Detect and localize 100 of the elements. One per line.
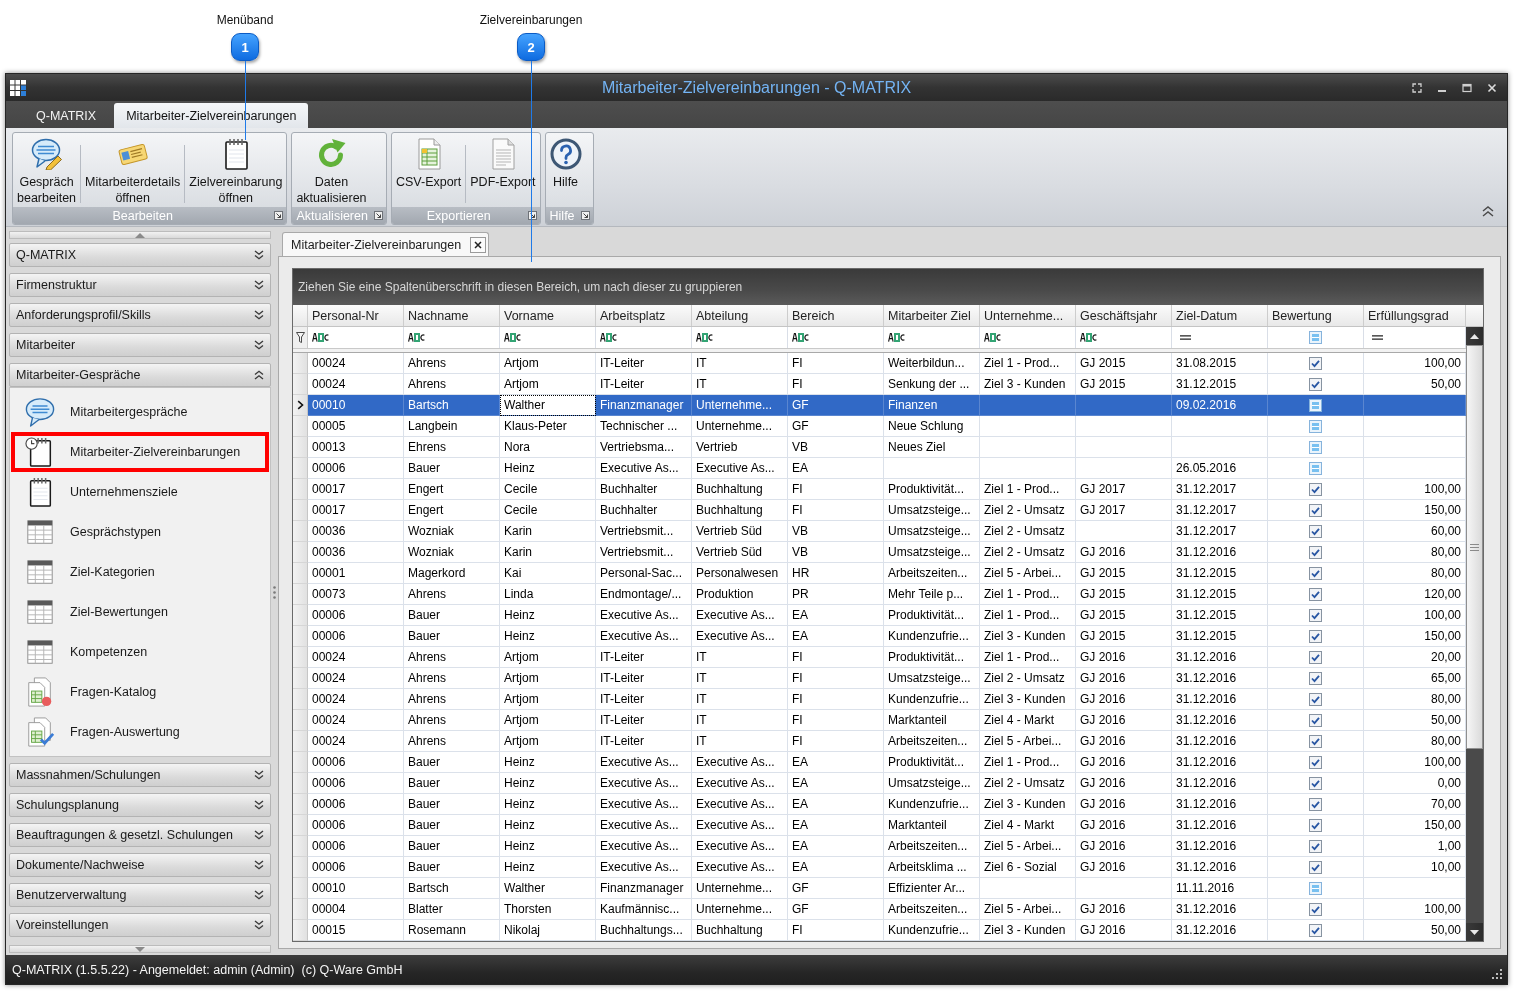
checkbox-checked[interactable] [1309, 545, 1322, 559]
checkbox-checked[interactable] [1309, 566, 1322, 580]
table-row[interactable]: 00006 Bauer Heinz Executive As... Executive As... EA Umsatzsteige... Ziel 2 - Umsatz GJ 2016 31.12.2016 0,00 [293, 773, 1466, 794]
accordion-header[interactable]: Massnahmen/Schulungen [9, 763, 271, 787]
scroll-down-button[interactable] [1466, 923, 1483, 941]
checkbox-checked[interactable] [1309, 356, 1322, 370]
table-row[interactable]: 00024 Ahrens Artjom IT-Leiter IT FI Weiterbildun... Ziel 1 - Prod... GJ 2015 31.08.2015 100,00 [293, 353, 1466, 374]
accordion-header[interactable]: Firmenstruktur [9, 273, 271, 297]
column-header[interactable]: Bereich [788, 305, 884, 326]
ribbon-button[interactable]: Zielvereinbarung öffnen [186, 135, 286, 207]
maximize-icon[interactable] [1462, 82, 1472, 93]
navigation-item[interactable]: Ziel-Bewertungen [11, 592, 269, 632]
table-row[interactable]: 00006 Bauer Heinz Executive As... Executive As... EA Arbeitsklima ... Ziel 6 - Sozial GJ 2016 31.12.2016 10,00 [293, 857, 1466, 878]
checkbox-checked[interactable] [1309, 482, 1322, 496]
column-header[interactable]: Mitarbeiter Ziel [884, 305, 980, 326]
column-header[interactable]: Ziel-Datum [1172, 305, 1268, 326]
accordion-header[interactable]: Voreinstellungen [9, 913, 271, 937]
ribbon-button[interactable]: CSV-Export [392, 135, 465, 207]
column-header[interactable]: Nachname [404, 305, 500, 326]
table-row[interactable]: 00024 Ahrens Artjom IT-Leiter IT FI Kundenzufrie... Ziel 3 - Kunden GJ 2016 31.12.2016 80,00 [293, 689, 1466, 710]
navigation-item[interactable]: Fragen-Katalog [11, 672, 269, 712]
navigation-item[interactable]: Unternehmensziele [11, 472, 269, 512]
ribbon-button[interactable]: Mitarbeiterdetails öffnen [82, 135, 184, 207]
accordion-header[interactable]: Beauftragungen & gesetzl. Schulungen [9, 823, 271, 847]
accordion-header[interactable]: Schulungsplanung [9, 793, 271, 817]
scrollbar-thumb[interactable] [1466, 345, 1483, 749]
splitter-bar[interactable] [9, 231, 271, 239]
table-row[interactable]: 00006 Bauer Heinz Executive As... Executive As... EA Kundenzufrie... Ziel 3 - Kunden GJ 2016 31.12.2016 70,00 [293, 794, 1466, 815]
checkbox-checked[interactable] [1309, 797, 1322, 811]
checkbox-checked[interactable] [1309, 734, 1322, 748]
checkbox-unset[interactable] [1309, 881, 1322, 895]
table-row[interactable]: 00006 Bauer Heinz Executive As... Executive As... EA Marktanteil Ziel 4 - Markt GJ 2016 31.12.2016 150,00 [293, 815, 1466, 836]
column-header[interactable]: Erfüllungsgrad [1364, 305, 1466, 326]
accordion-header[interactable]: Mitarbeiter-Gespräche [9, 363, 271, 387]
navigation-item[interactable]: Mitarbeitergespräche [11, 392, 269, 432]
document-tab[interactable]: Mitarbeiter-Zielvereinbarungen [282, 232, 490, 256]
table-row[interactable]: 00010 Bartsch Walther Finanzmanager Unternehme... GF Effizienter Ar... 11.11.2016 [293, 878, 1466, 899]
checkbox-checked[interactable] [1309, 776, 1322, 790]
ribbon-tab[interactable]: Q-MATRIX [20, 103, 113, 128]
table-row[interactable]: 00010 Bartsch Walther Finanzmanager Unternehme... GF Finanzen 09.02.2016 [293, 395, 1466, 416]
accordion-header[interactable]: Mitarbeiter [9, 333, 271, 357]
column-header[interactable]: Unternehme... [980, 305, 1076, 326]
dialog-launcher-icon[interactable] [580, 211, 590, 220]
checkbox-checked[interactable] [1309, 818, 1322, 832]
dialog-launcher-icon[interactable] [373, 211, 383, 220]
column-header[interactable]: Arbeitsplatz [596, 305, 692, 326]
checkbox-checked[interactable] [1309, 650, 1322, 664]
navigation-item[interactable]: Ziel-Kategorien [11, 552, 269, 592]
checkbox-unset[interactable] [1309, 461, 1322, 475]
size-grip-icon[interactable] [1491, 968, 1503, 980]
checkbox-checked[interactable] [1309, 902, 1322, 916]
column-header[interactable]: Geschäftsjahr [1076, 305, 1172, 326]
accordion-header[interactable]: Q-MATRIX [9, 243, 271, 267]
table-row[interactable]: 00024 Ahrens Artjom IT-Leiter IT FI Marktanteil Ziel 4 - Markt GJ 2016 31.12.2016 50,00 [293, 710, 1466, 731]
grip-dots-icon[interactable] [272, 586, 276, 599]
checkbox-unset[interactable] [1309, 440, 1322, 454]
ribbon-button[interactable]: Hilfe [546, 135, 585, 207]
table-row[interactable]: 00024 Ahrens Artjom IT-Leiter IT FI Senkung der ... Ziel 3 - Kunden GJ 2015 31.12.2015 50,00 [293, 374, 1466, 395]
checkbox-checked[interactable] [1309, 629, 1322, 643]
checkbox-checked[interactable] [1309, 671, 1322, 685]
table-row[interactable]: 00006 Bauer Heinz Executive As... Executive As... EA Kundenzufrie... Ziel 3 - Kunden GJ 2015 31.12.2015 150,00 [293, 626, 1466, 647]
accordion-header[interactable]: Dokumente/Nachweise [9, 853, 271, 877]
checkbox-checked[interactable] [1309, 608, 1322, 622]
row-header[interactable] [293, 395, 308, 416]
checkbox-checked[interactable] [1309, 923, 1322, 937]
table-row[interactable]: 00015 Rosemann Nikolaj Buchhaltungs... Buchhaltung FI Kundenzufrie... Ziel 3 - Kunden GJ 2016 31.12.2016 50,00 [293, 920, 1466, 941]
checkbox-checked[interactable] [1309, 587, 1322, 601]
accordion-header[interactable]: Benutzerverwaltung [9, 883, 271, 907]
table-row[interactable]: 00006 Bauer Heinz Executive As... Executive As... EA 26.05.2016 [293, 458, 1466, 479]
close-tab-button[interactable] [470, 236, 487, 253]
table-row[interactable]: 00004 Blatter Thorsten Kaufmännisc... Unternehme... GF Arbeitszeiten... Ziel 5 - Arbei... GJ 2016 31.12.2016 100,00 [293, 899, 1466, 920]
table-row[interactable]: 00006 Bauer Heinz Executive As... Executive As... EA Arbeitszeiten... Ziel 5 - Arbei... GJ 2016 31.12.2016 1,00 [293, 836, 1466, 857]
accordion-header[interactable]: Anforderungsprofil/Skills [9, 303, 271, 327]
navigation-item[interactable]: Kompetenzen [11, 632, 269, 672]
navigation-item[interactable]: Fragen-Auswertung [11, 712, 269, 752]
checkbox-checked[interactable] [1309, 524, 1322, 538]
vertical-scrollbar[interactable] [1466, 327, 1483, 941]
ribbon-button[interactable]: Daten aktualisieren [293, 135, 370, 207]
table-row[interactable]: 00017 Engert Cecile Buchhalter Buchhaltung FI Umsatzsteige... Ziel 2 - Umsatz GJ 2017 31.12.2017 150,00 [293, 500, 1466, 521]
column-header[interactable]: Personal-Nr [308, 305, 404, 326]
ribbon-button[interactable]: Gespräch bearbeiten [14, 135, 80, 207]
table-row[interactable]: 00006 Bauer Heinz Executive As... Executive As... EA Produktivität... Ziel 1 - Prod... GJ 2016 31.12.2016 100,00 [293, 752, 1466, 773]
checkbox-checked[interactable] [1309, 692, 1322, 706]
collapse-ribbon-icon[interactable] [1482, 206, 1494, 217]
dialog-launcher-icon[interactable] [274, 211, 284, 220]
table-row[interactable]: 00036 Wozniak Karin Vertriebsmit... Vertrieb Süd VB Umsatzsteige... Ziel 2 - Umsatz 31.12.2017 60,00 [293, 521, 1466, 542]
column-header[interactable]: Abteilung [692, 305, 788, 326]
checkbox-checked[interactable] [1309, 860, 1322, 874]
column-header[interactable]: Vorname [500, 305, 596, 326]
table-row[interactable]: 00013 Ehrens Nora Vertriebsma... Vertrieb VB Neues Ziel [293, 437, 1466, 458]
table-row[interactable]: 00024 Ahrens Artjom IT-Leiter IT FI Arbeitszeiten... Ziel 5 - Arbei... GJ 2016 31.12.2016 80,00 [293, 731, 1466, 752]
scroll-up-button[interactable] [1466, 327, 1483, 345]
table-row[interactable]: 00036 Wozniak Karin Vertriebsmit... Vertrieb Süd VB Umsatzsteige... Ziel 2 - Umsatz GJ 2016 31.12.2016 80,00 [293, 542, 1466, 563]
checkbox-unset[interactable] [1309, 419, 1322, 433]
table-row[interactable]: 00001 Magerkord Kai Personal-Sac... Personalwesen HR Arbeitszeiten... Ziel 5 - Arbei... GJ 2015 31.12.2015 80,00 [293, 563, 1466, 584]
table-row[interactable]: 00024 Ahrens Artjom IT-Leiter IT FI Umsatzsteige... Ziel 2 - Umsatz GJ 2016 31.12.2016 65,00 [293, 668, 1466, 689]
checkbox-unset[interactable] [1309, 398, 1322, 412]
checkbox-checked[interactable] [1309, 755, 1322, 769]
close-icon[interactable] [1487, 82, 1497, 93]
column-header[interactable]: Bewertung [1268, 305, 1364, 326]
